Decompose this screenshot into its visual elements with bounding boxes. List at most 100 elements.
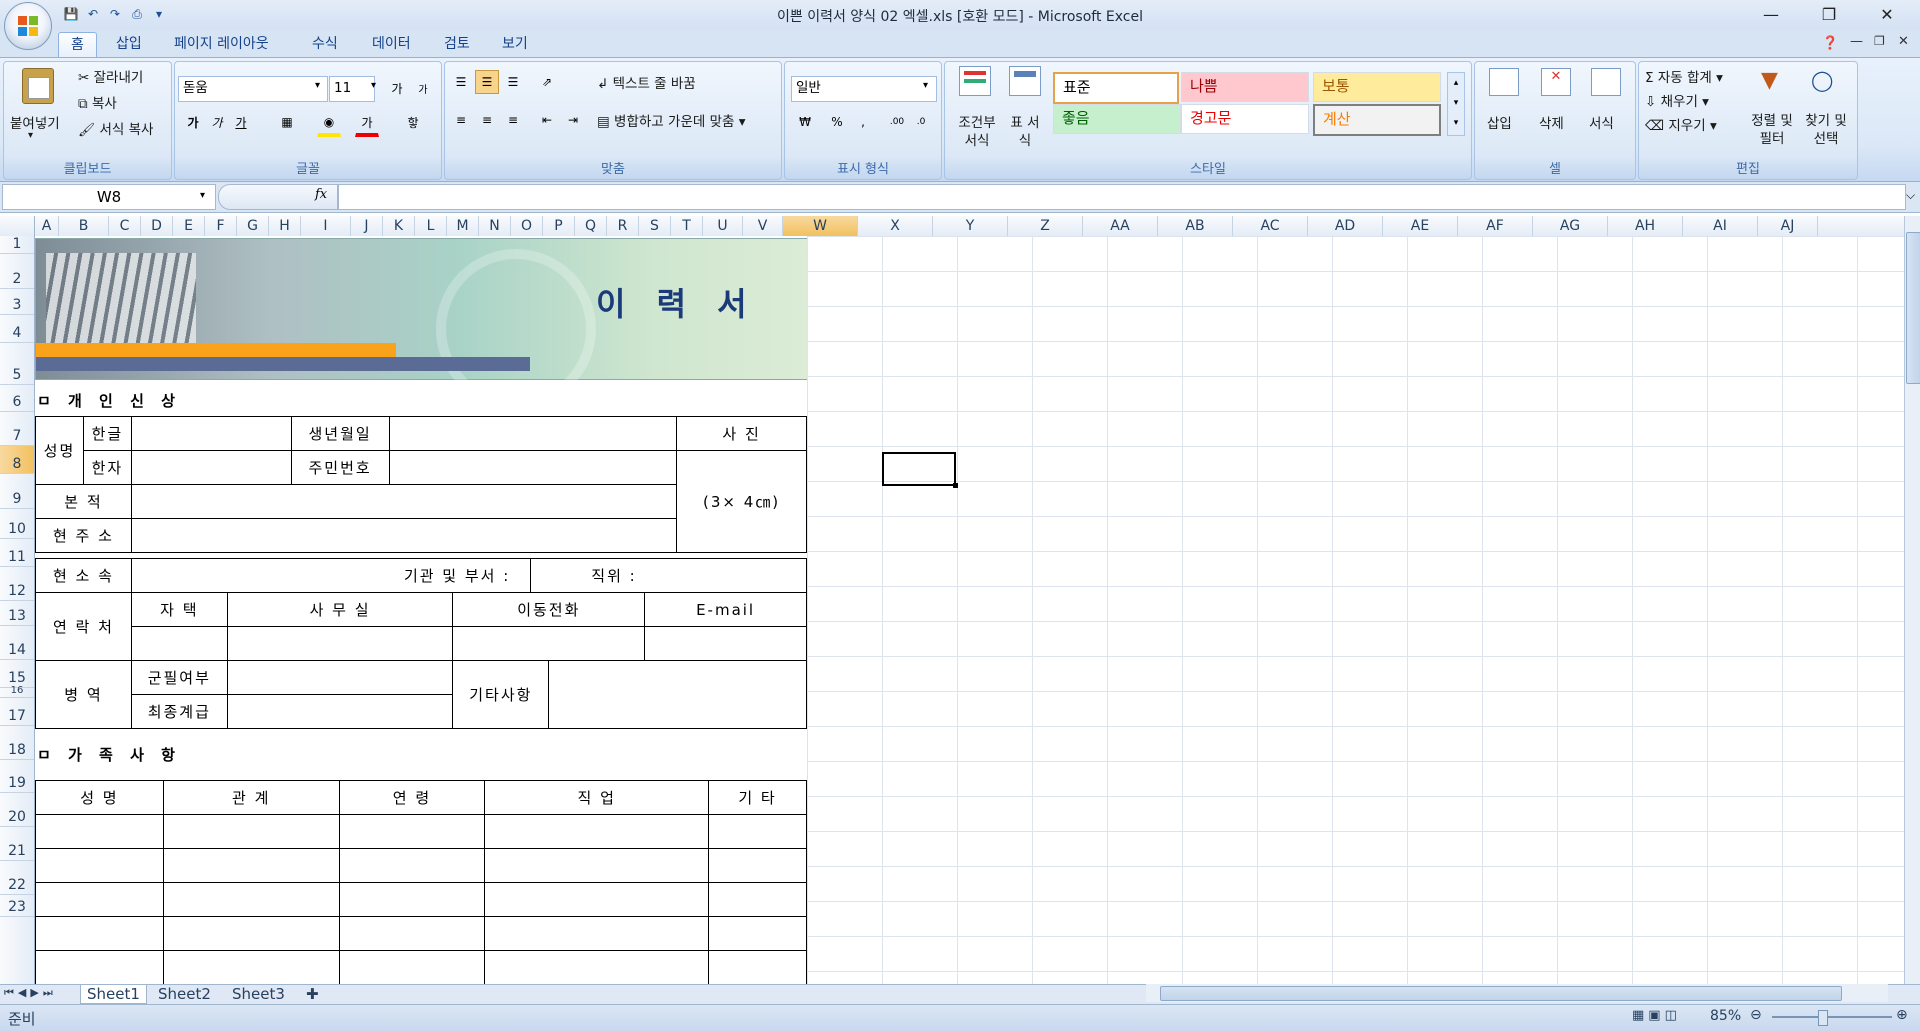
style-bad[interactable]: 나쁨	[1181, 72, 1309, 102]
format-cells-icon[interactable]	[1591, 68, 1621, 96]
fill-handle[interactable]	[953, 483, 958, 488]
cell[interactable]	[484, 882, 710, 917]
column-header-x[interactable]: X	[858, 216, 933, 236]
column-header-ai[interactable]: AI	[1683, 216, 1758, 236]
format-painter-button[interactable]: 🖌 서식 복사	[78, 118, 153, 138]
column-header-r[interactable]: R	[607, 216, 639, 236]
doc-restore-icon[interactable]: ❐	[1874, 34, 1885, 48]
style-normal[interactable]: 표준	[1053, 72, 1179, 104]
cell[interactable]	[338, 916, 486, 951]
column-header-v[interactable]: V	[743, 216, 783, 236]
column-header-p[interactable]: P	[543, 216, 575, 236]
column-header-i[interactable]: I	[301, 216, 351, 236]
zoom-out-icon[interactable]: ⊖	[1750, 1007, 1762, 1023]
close-button[interactable]: ✕	[1864, 0, 1910, 28]
column-header-q[interactable]: Q	[575, 216, 607, 236]
merge-center-button[interactable]: ▤ 병합하고 가운데 맞춤 ▾	[597, 110, 746, 130]
row-header-11[interactable]: 11	[0, 539, 34, 567]
column-header-s[interactable]: S	[639, 216, 671, 236]
fill-button[interactable]: ⇩ 채우기 ▾	[1645, 90, 1709, 110]
align-center-icon[interactable]: ≡	[475, 108, 499, 132]
cell[interactable]	[162, 814, 340, 849]
tab-formulas[interactable]: 수식	[300, 32, 350, 56]
format-cells-button[interactable]: 서식	[1589, 112, 1614, 132]
row-header-4[interactable]: 4	[0, 315, 34, 343]
currency-icon[interactable]: ₩	[793, 110, 817, 134]
row-header-5[interactable]: 5	[0, 343, 34, 385]
insert-cells-icon[interactable]	[1489, 68, 1519, 96]
align-top-icon[interactable]: ☰	[449, 70, 473, 94]
column-header-c[interactable]: C	[109, 216, 141, 236]
hangul-cell[interactable]	[130, 416, 292, 451]
style-calculation[interactable]: 계산	[1313, 104, 1441, 136]
sort-filter-icon[interactable]: ▼	[1761, 68, 1789, 96]
sheet-tab-3[interactable]: Sheet3	[226, 985, 291, 1003]
increase-indent-icon[interactable]: ⇥	[561, 108, 585, 132]
orientation-icon[interactable]: ⇗	[535, 70, 559, 94]
cell[interactable]	[708, 950, 807, 984]
border-icon[interactable]: ▦	[275, 110, 299, 134]
conditional-format-button[interactable]: 조건부 서식	[951, 114, 1003, 150]
phonetic-icon[interactable]: 핳	[401, 110, 425, 134]
conditional-format-icon[interactable]	[959, 66, 991, 96]
tab-page-layout[interactable]: 페이지 레이아웃	[162, 32, 281, 56]
row-header-8[interactable]: 8	[0, 446, 34, 474]
row-header-2[interactable]: 2	[0, 254, 34, 289]
sort-filter-button[interactable]: 정렬 및 필터	[1745, 112, 1799, 148]
column-header-f[interactable]: F	[205, 216, 237, 236]
cell[interactable]	[708, 814, 807, 849]
align-bottom-icon[interactable]: ☰	[501, 70, 525, 94]
cell[interactable]	[35, 950, 164, 984]
row-header-15[interactable]: 15	[0, 660, 34, 688]
cell[interactable]	[338, 950, 486, 984]
column-header-ag[interactable]: AG	[1533, 216, 1608, 236]
cell[interactable]	[35, 814, 164, 849]
column-header-ac[interactable]: AC	[1233, 216, 1308, 236]
column-header-e[interactable]: E	[173, 216, 205, 236]
align-middle-icon[interactable]: ☰	[475, 70, 499, 94]
decrease-decimal-icon[interactable]: .0	[909, 110, 933, 134]
row-header-3[interactable]: 3	[0, 289, 34, 315]
font-size-select[interactable]: 11	[329, 76, 375, 102]
styles-scroll[interactable]: ▴ ▾ ▾	[1447, 72, 1465, 136]
column-header-m[interactable]: M	[447, 216, 479, 236]
column-header-d[interactable]: D	[141, 216, 173, 236]
email-cell[interactable]	[644, 626, 807, 661]
increase-decimal-icon[interactable]: .00	[885, 110, 909, 134]
column-header-z[interactable]: Z	[1008, 216, 1083, 236]
insert-sheet-icon[interactable]: ✚	[300, 985, 325, 1003]
column-header-w[interactable]: W	[783, 216, 858, 236]
name-box[interactable]: W8	[2, 184, 216, 210]
etc-note-cell[interactable]	[548, 660, 807, 729]
office-button[interactable]	[4, 2, 52, 50]
column-header-k[interactable]: K	[383, 216, 415, 236]
binoculars-icon[interactable]: ◯	[1811, 68, 1839, 96]
row-header-13[interactable]: 13	[0, 601, 34, 626]
column-header-j[interactable]: J	[351, 216, 383, 236]
mobile-cell[interactable]	[452, 626, 646, 661]
column-header-h[interactable]: H	[269, 216, 301, 236]
vertical-scrollbar[interactable]	[1904, 216, 1920, 984]
grow-font-icon[interactable]: 가	[385, 76, 409, 100]
row-header-14[interactable]: 14	[0, 626, 34, 660]
column-header-l[interactable]: L	[415, 216, 447, 236]
table-format-icon[interactable]	[1009, 66, 1041, 96]
column-header-u[interactable]: U	[703, 216, 743, 236]
rank-cell[interactable]	[226, 694, 454, 729]
row-header-23[interactable]: 23	[0, 895, 34, 917]
autosum-button[interactable]: Σ 자동 합계 ▾	[1645, 66, 1723, 86]
cell[interactable]	[484, 848, 710, 883]
row-header-17[interactable]: 17	[0, 698, 34, 726]
row-header-22[interactable]: 22	[0, 861, 34, 895]
sheet-tab-2[interactable]: Sheet2	[152, 985, 217, 1003]
cell[interactable]	[162, 882, 340, 917]
paste-icon[interactable]	[22, 68, 54, 104]
tab-view[interactable]: 보기	[490, 32, 540, 56]
zoom-in-icon[interactable]: ⊕	[1896, 1007, 1908, 1023]
idnum-cell[interactable]	[388, 450, 678, 485]
column-header-aa[interactable]: AA	[1083, 216, 1158, 236]
tab-home[interactable]: 홈	[58, 32, 97, 57]
bold-icon[interactable]: 가	[181, 110, 205, 134]
view-buttons[interactable]: ▦▣◫	[1632, 1008, 1681, 1023]
row-header-16[interactable]: 16	[0, 685, 34, 698]
